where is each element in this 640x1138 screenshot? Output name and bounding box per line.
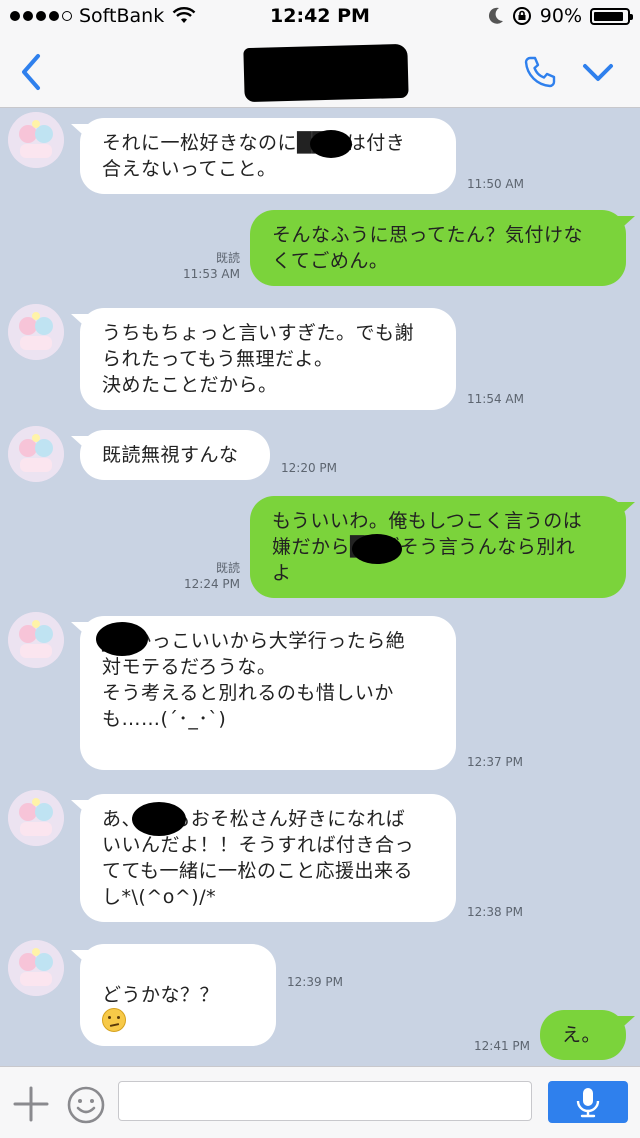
message-time: 12:20 PM [281,461,337,475]
avatar[interactable] [8,612,64,668]
message-time: 12:24 PM [184,577,240,591]
redaction-mark [132,802,186,836]
message-bubble[interactable]: もういいわ。俺もしつこく言うのは 嫌だから██がそう言うんなら別れ よ [250,496,626,598]
battery-percent: 90% [539,5,582,27]
phone-icon [524,56,556,88]
redaction-mark [310,130,352,158]
message-time: 11:53 AM [183,267,240,281]
message-time: 11:50 AM [467,177,524,191]
avatar-image [8,426,64,482]
avatar[interactable] [8,426,64,482]
chat-area[interactable]: それに一松好きなのに██とは付き 合えないってこと。 11:50 AM 既読 1… [0,108,640,1066]
moon-icon [488,7,503,24]
message-time: 11:54 AM [467,392,524,406]
redacted-contact-name [243,43,409,103]
confused-face-icon [102,1008,126,1032]
status-right: 90% [488,5,633,27]
avatar-image [8,304,64,360]
avatar[interactable] [8,112,64,168]
read-receipt: 既読 12:24 PM [170,560,240,592]
chat-header [0,36,640,108]
message-bubble[interactable]: そんなふうに思ってたん？気付けな くてごめん。 [250,210,626,286]
avatar-image [8,612,64,668]
message-bubble[interactable]: 既読無視すんな [80,430,270,480]
input-bar [0,1066,640,1138]
message-bubble[interactable]: それに一松好きなのに██とは付き 合えないってこと。 [80,118,456,194]
call-button[interactable] [522,54,558,90]
back-button[interactable] [14,50,50,94]
avatar-image [8,112,64,168]
read-label: 既読 [215,251,240,265]
read-receipt: 既読 11:53 AM [170,250,240,282]
message-bubble[interactable]: え。 [540,1010,626,1060]
message-time: 12:41 PM [474,1039,530,1053]
add-attachment-button[interactable] [12,1085,50,1123]
menu-button[interactable] [580,56,616,88]
avatar[interactable] [8,790,64,846]
avatar[interactable] [8,304,64,360]
chevron-left-icon [22,54,40,90]
read-label: 既読 [215,561,240,575]
battery-icon [590,7,633,25]
redaction-mark [96,622,148,656]
message-time: 12:38 PM [467,905,523,919]
sticker-button[interactable] [66,1085,106,1125]
smiley-icon [67,1086,105,1124]
status-bar: SoftBank 12:42 PM 90% [0,0,640,36]
avatar-image [8,940,64,996]
avatar-image [8,790,64,846]
message-text: どうかな？？ [102,984,220,1006]
avatar[interactable] [8,940,64,996]
message-bubble[interactable]: うちもちょっと言いすぎた。でも謝 られたってもう無理だよ。 決めたことだから。 [80,308,456,410]
chevron-down-icon [583,64,613,81]
plus-icon [13,1086,49,1122]
message-time: 12:37 PM [467,755,523,769]
redaction-mark [352,534,402,564]
message-input[interactable] [118,1081,532,1121]
message-bubble[interactable]: どうかな？？ [80,944,276,1046]
microphone-icon [576,1088,600,1118]
rotation-lock-icon [512,7,531,25]
voice-input-button[interactable] [548,1081,628,1123]
message-time: 12:39 PM [287,975,343,989]
